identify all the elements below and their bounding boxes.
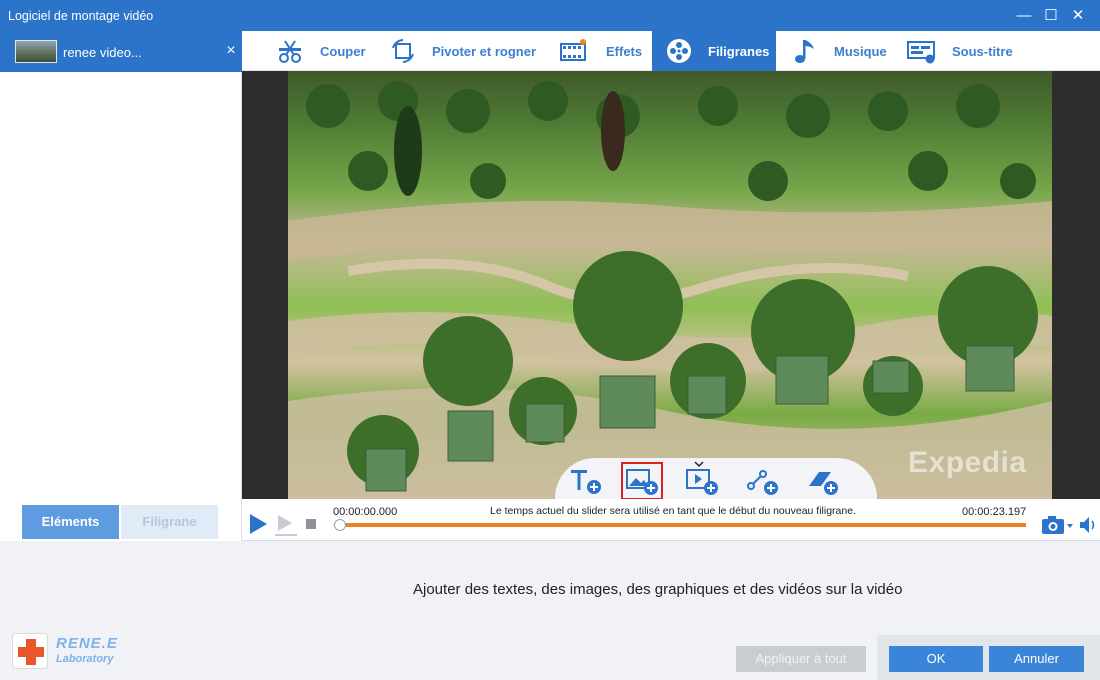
add-text-icon[interactable] [569,466,603,496]
video-thumbnail [15,40,57,63]
add-eraser-icon[interactable] [805,466,839,496]
film-effects-icon [560,39,586,61]
logo-box [12,633,48,669]
file-name: renee video... [63,45,142,60]
add-shape-icon[interactable] [745,466,779,496]
edit-tabs: Couper Pivoter et rogner Effets Filigran… [242,31,1100,71]
timeline-slider[interactable] [338,523,1026,527]
ok-button[interactable]: OK [889,646,983,672]
watermark-text: Expedia [908,446,1027,479]
tab-cut[interactable]: Couper [272,31,372,71]
logo-line2: Laboratory [56,653,114,665]
window-title: Logiciel de montage vidéo [8,9,154,23]
tab-effects[interactable]: Effets [556,31,652,71]
cancel-button[interactable]: Annuler [989,646,1084,672]
crop-rotate-icon [392,39,414,63]
current-time: 00:00:00.000 [333,506,398,518]
tab-elements[interactable]: Eléments [22,505,119,539]
film-reel-icon [667,39,691,63]
playback-bar: 00:00:00.000 Le temps actuel du slider s… [242,499,1100,541]
scissors-icon [279,40,301,63]
tab-watermark[interactable]: Filigrane [121,505,218,539]
remove-file-button[interactable]: × [222,41,240,61]
video-frame[interactable]: Expedia [288,71,1052,499]
tab-subtitle[interactable]: Sous-titre [904,31,1028,71]
subtitle-icon [907,41,935,64]
tab-watermarks[interactable]: Filigranes [652,31,776,71]
renee-logo: RENE.E Laboratory [12,633,132,671]
tab-music-label: Musique [834,44,887,59]
tab-rotate-crop[interactable]: Pivoter et rogner [384,31,546,71]
watermark-description: Ajouter des textes, des images, des grap… [413,581,903,598]
apply-all-button[interactable]: Appliquer à tout [736,646,866,672]
timeline-slider-handle[interactable] [334,519,346,531]
play-icon[interactable] [250,514,267,534]
volume-icon[interactable] [1078,514,1098,536]
close-window-button[interactable]: ✕ [1066,4,1090,28]
watermark-toolbar [555,458,877,499]
maximize-button[interactable]: ☐ [1039,4,1063,28]
garden-scene [288,81,1052,499]
step-forward-underline [275,534,297,536]
music-note-icon [795,40,814,63]
video-preview-area: Expedia [242,71,1100,499]
bottom-panel: Ajouter des textes, des images, des grap… [0,541,1100,680]
total-time: 00:00:23.197 [962,506,1027,518]
tab-cut-label: Couper [320,44,366,59]
tab-subtitle-label: Sous-titre [952,44,1013,59]
add-image-icon[interactable] [621,462,663,499]
tab-music[interactable]: Musique [788,31,892,71]
add-video-icon[interactable] [685,460,719,496]
tab-effects-label: Effets [606,44,643,59]
left-tab-group: Eléments Filigrane [22,505,218,539]
camera-icon[interactable] [1040,514,1074,536]
step-forward-icon[interactable] [278,515,292,531]
medical-cross-icon [18,639,44,665]
tab-rotate-crop-label: Pivoter et rogner [432,44,537,59]
title-bar: Logiciel de montage vidéo — ☐ ✕ [0,0,1100,31]
file-list-item[interactable]: renee video... × [0,31,242,72]
file-list-panel: renee video... × Eléments Filigrane [0,31,242,541]
minimize-button[interactable]: — [1012,4,1036,28]
tab-watermarks-label: Filigranes [708,44,770,59]
logo-line1: RENE.E [56,635,118,652]
stop-icon[interactable] [306,519,316,529]
slider-hint: Le temps actuel du slider sera utilisé e… [490,505,856,517]
